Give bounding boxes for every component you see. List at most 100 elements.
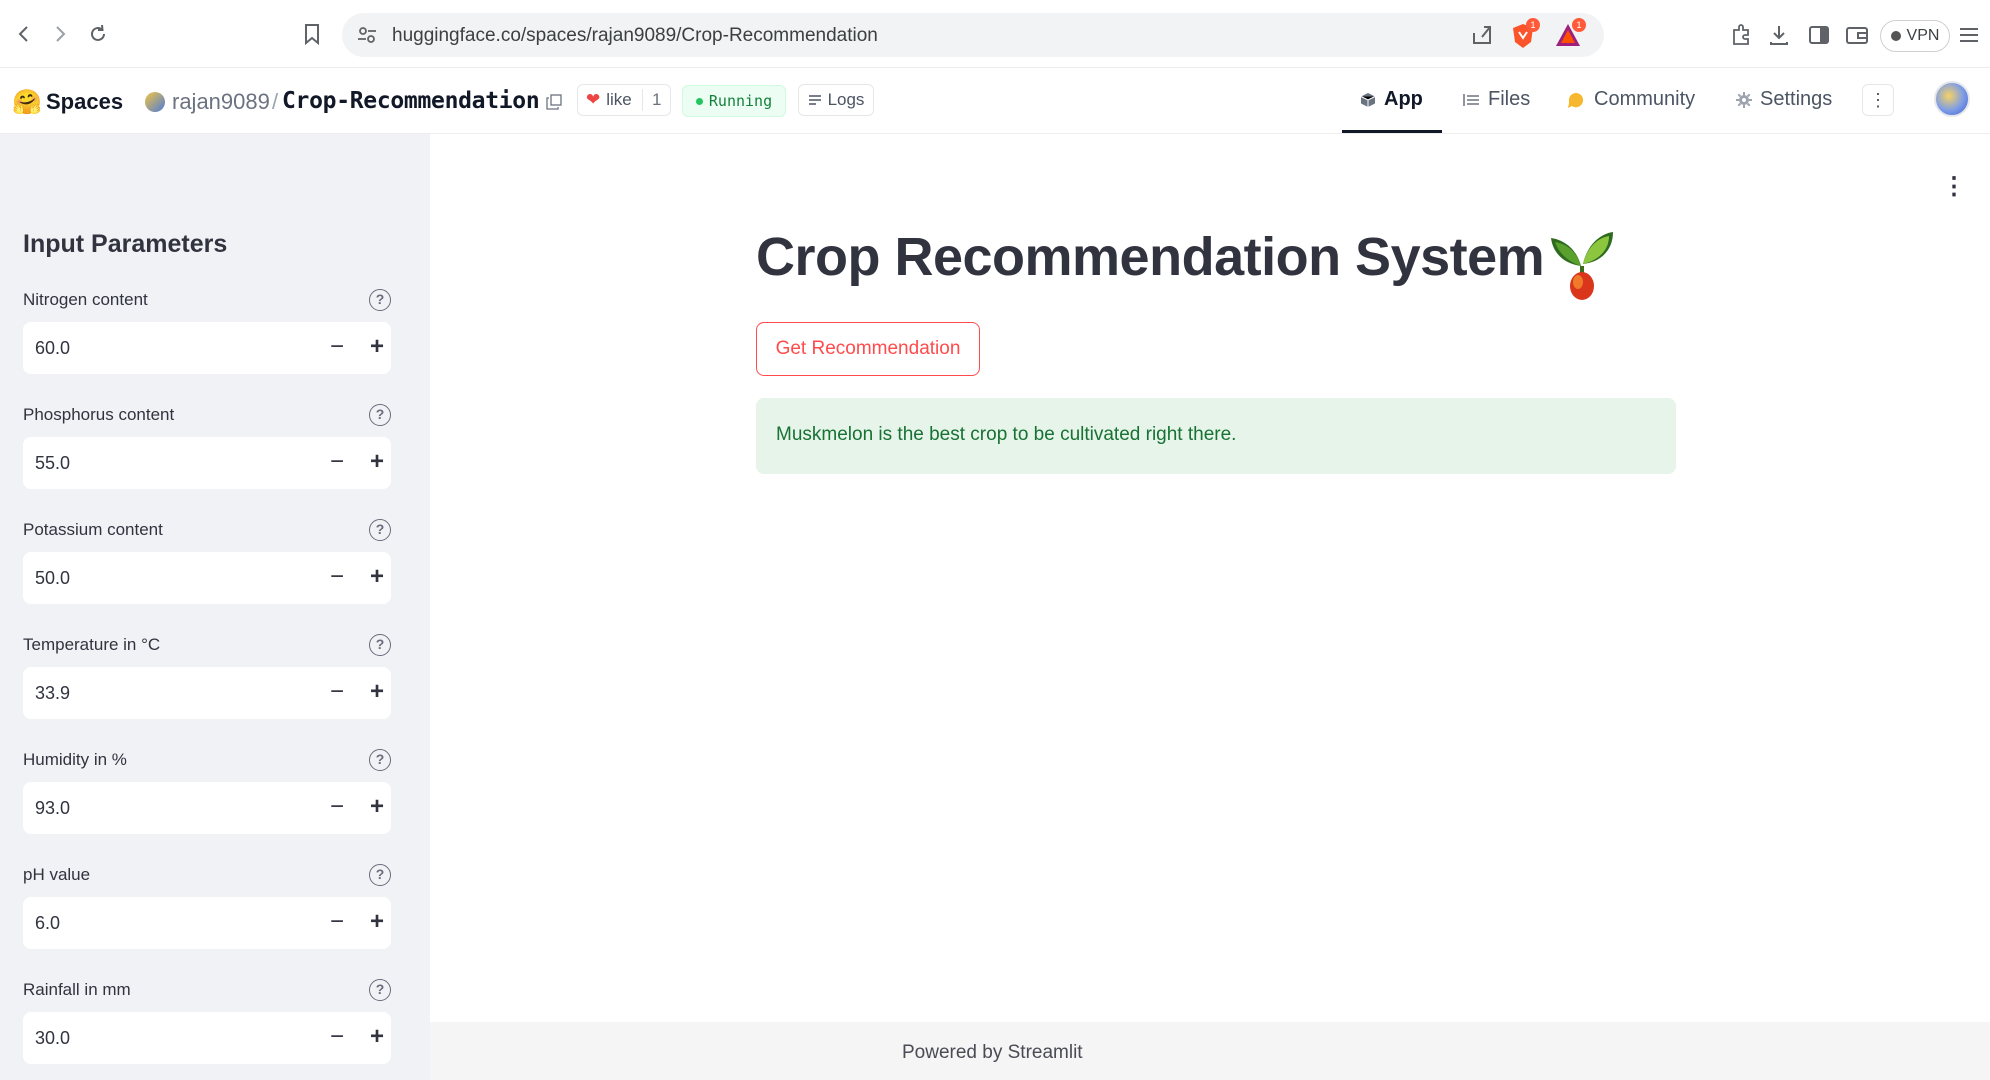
increment-button[interactable]: +: [363, 677, 391, 709]
input-value[interactable]: 60.0: [35, 338, 70, 359]
help-icon[interactable]: ?: [369, 404, 391, 426]
help-icon[interactable]: ?: [369, 634, 391, 656]
help-icon[interactable]: ?: [369, 979, 391, 1001]
files-icon: [1463, 93, 1479, 106]
tab-settings-label: Settings: [1760, 88, 1833, 110]
url-text[interactable]: huggingface.co/spaces/rajan9089/Crop-Rec…: [392, 25, 878, 47]
number-input[interactable]: 33.9 − +: [23, 667, 391, 719]
more-options-button[interactable]: ⋮: [1862, 84, 1894, 116]
back-icon[interactable]: [8, 18, 40, 50]
sidebar: Input Parameters Nitrogen content ? 60.0…: [0, 134, 430, 1080]
wallet-icon[interactable]: [1844, 22, 1870, 48]
hugging-face-logo-icon[interactable]: 🤗: [12, 88, 42, 117]
main-content: ⋮ Crop Recommendation System Get Recomme…: [430, 134, 1990, 1080]
input-value[interactable]: 6.0: [35, 913, 60, 934]
help-icon[interactable]: ?: [369, 864, 391, 886]
footer: Powered by Streamlit: [430, 1022, 1990, 1080]
like-label: like: [606, 90, 632, 109]
number-input[interactable]: 6.0 − +: [23, 897, 391, 949]
get-recommendation-button[interactable]: Get Recommendation: [756, 322, 980, 376]
increment-button[interactable]: +: [363, 447, 391, 479]
user-avatar[interactable]: [1934, 81, 1970, 117]
param-label: Phosphorus content: [23, 405, 175, 424]
heart-icon: ❤: [586, 90, 601, 109]
decrement-button[interactable]: −: [323, 562, 351, 594]
tab-community-label: Community: [1594, 88, 1696, 110]
logs-button[interactable]: Logs: [798, 84, 874, 116]
help-icon[interactable]: ?: [369, 289, 391, 311]
active-tab-indicator: [1342, 130, 1442, 133]
param-phosphorus: Phosphorus content ? 55.0 − +: [23, 404, 391, 505]
powered-by-link[interactable]: Powered by Streamlit: [902, 1042, 1083, 1064]
tab-app[interactable]: App: [1360, 88, 1423, 111]
like-button[interactable]: ❤ like 1: [577, 84, 671, 116]
result-text: Muskmelon is the best crop to be cultiva…: [776, 424, 1237, 445]
decrement-button[interactable]: −: [323, 332, 351, 364]
help-icon[interactable]: ?: [369, 749, 391, 771]
tab-files[interactable]: Files: [1462, 88, 1530, 111]
community-icon: [1568, 92, 1584, 108]
spaces-link[interactable]: Spaces: [46, 89, 123, 115]
vpn-button[interactable]: VPN: [1880, 20, 1950, 52]
tab-app-label: App: [1384, 88, 1423, 110]
app-menu-icon[interactable]: ⋮: [1942, 172, 1966, 201]
tab-settings[interactable]: Settings: [1736, 88, 1832, 111]
menu-icon[interactable]: [1956, 22, 1982, 48]
number-input[interactable]: 93.0 − +: [23, 782, 391, 834]
number-input[interactable]: 55.0 − +: [23, 437, 391, 489]
owner-avatar: [145, 92, 165, 112]
copy-icon[interactable]: [546, 94, 562, 110]
number-input[interactable]: 30.0 − +: [23, 1012, 391, 1064]
decrement-button[interactable]: −: [323, 1022, 351, 1054]
repo-name[interactable]: Crop-Recommendation: [282, 88, 540, 114]
increment-button[interactable]: +: [363, 792, 391, 824]
increment-button[interactable]: +: [363, 1022, 391, 1054]
decrement-button[interactable]: −: [323, 447, 351, 479]
owner-link[interactable]: rajan9089: [172, 89, 270, 115]
input-value[interactable]: 50.0: [35, 568, 70, 589]
input-value[interactable]: 93.0: [35, 798, 70, 819]
input-value[interactable]: 55.0: [35, 453, 70, 474]
input-value[interactable]: 33.9: [35, 683, 70, 704]
forward-icon[interactable]: [44, 18, 76, 50]
logs-label: Logs: [827, 90, 865, 109]
status-badge[interactable]: Running: [682, 85, 786, 117]
bookmark-icon[interactable]: [296, 18, 328, 50]
number-input[interactable]: 50.0 − +: [23, 552, 391, 604]
extensions-icon[interactable]: [1728, 22, 1754, 48]
param-label: Temperature in °C: [23, 635, 161, 654]
input-value[interactable]: 30.0: [35, 1028, 70, 1049]
address-bar[interactable]: huggingface.co/spaces/rajan9089/Crop-Rec…: [342, 13, 1604, 57]
seedling-icon: [1551, 232, 1613, 300]
param-temperature: Temperature in °C ? 33.9 − +: [23, 634, 391, 735]
like-divider: [642, 89, 643, 111]
number-input[interactable]: 60.0 − +: [23, 322, 391, 374]
hf-header: 🤗 Spaces rajan9089 / Crop-Recommendation…: [0, 68, 1990, 134]
tab-community[interactable]: Community: [1566, 88, 1695, 111]
logs-icon: [808, 95, 821, 105]
success-alert: Muskmelon is the best crop to be cultiva…: [756, 398, 1676, 474]
increment-button[interactable]: +: [363, 907, 391, 939]
sidebar-toggle-icon[interactable]: [1806, 22, 1832, 48]
share-icon[interactable]: [1470, 23, 1494, 47]
help-icon[interactable]: ?: [369, 519, 391, 541]
download-icon[interactable]: [1766, 22, 1792, 48]
brave-shields-icon[interactable]: 1: [1510, 18, 1540, 50]
param-label: Potassium content: [23, 520, 163, 539]
param-label: pH value: [23, 865, 91, 884]
vpn-label: VPN: [1906, 27, 1940, 44]
param-humidity: Humidity in % ? 93.0 − +: [23, 749, 391, 850]
cube-icon: [1360, 92, 1376, 107]
decrement-button[interactable]: −: [323, 677, 351, 709]
increment-button[interactable]: +: [363, 332, 391, 364]
reload-icon[interactable]: [82, 18, 114, 50]
decrement-button[interactable]: −: [323, 907, 351, 939]
param-rainfall: Rainfall in mm ? 30.0 − +: [23, 979, 391, 1080]
decrement-button[interactable]: −: [323, 792, 351, 824]
param-label: Rainfall in mm: [23, 980, 131, 999]
increment-button[interactable]: +: [363, 562, 391, 594]
browser-toolbar: huggingface.co/spaces/rajan9089/Crop-Rec…: [0, 0, 1990, 68]
rewards-icon[interactable]: 1: [1554, 18, 1586, 48]
param-label: Nitrogen content: [23, 290, 148, 309]
site-settings-icon[interactable]: [356, 24, 378, 46]
